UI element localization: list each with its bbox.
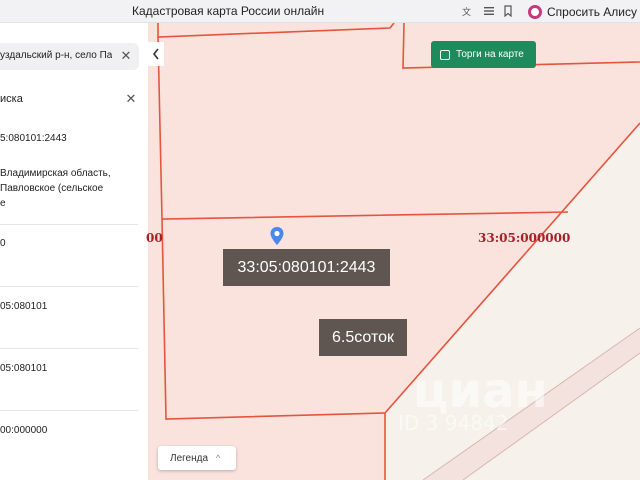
- translate-icon[interactable]: 文: [460, 3, 476, 19]
- result-item-address: Владимирская область, Павловское (сельск…: [0, 166, 140, 211]
- auctions-label: Торги на карте: [456, 49, 524, 60]
- alisa-icon: [528, 4, 542, 19]
- parcel-number-label: 33:05:080101:2443: [223, 249, 390, 286]
- clear-search-icon[interactable]: ✕: [119, 48, 133, 63]
- search-results-panel: уздальский р-н, село Па ✕ иска ✕ 5:08010…: [0, 23, 148, 480]
- result-item[interactable]: 5:080101:2443: [0, 131, 140, 146]
- auctions-on-map-toggle[interactable]: Торги на карте: [431, 41, 536, 68]
- legend-label: Легенда: [170, 452, 209, 464]
- result-item-text: 0: [0, 238, 6, 249]
- result-item[interactable]: 00:000000: [0, 423, 140, 438]
- watermark-id: ID 3 94842: [398, 411, 509, 435]
- result-item-text: 5:080101:2443: [0, 133, 67, 144]
- location-pin-icon[interactable]: [269, 226, 285, 246]
- cadastral-block-label-left: 00: [146, 231, 163, 245]
- result-item[interactable]: 0: [0, 236, 140, 251]
- divider: [0, 286, 138, 287]
- address-line: Павловское (сельское: [0, 183, 104, 194]
- menu-icon[interactable]: [481, 3, 497, 19]
- bookmark-icon[interactable]: [500, 3, 516, 19]
- legend-button[interactable]: Легенда ^: [158, 446, 236, 470]
- result-item-text: 00:000000: [0, 425, 48, 436]
- page-title: Кадастровая карта России онлайн: [132, 4, 325, 18]
- result-item[interactable]: 05:080101: [0, 361, 140, 376]
- search-query-text: уздальский р-н, село Па: [0, 50, 112, 61]
- result-item-text: 05:080101: [0, 301, 48, 312]
- cadastral-block-label: 33:05:000000: [478, 231, 571, 245]
- checkbox-icon: [440, 49, 450, 60]
- result-item-text: 05:080101: [0, 363, 48, 374]
- map-parcels: [148, 23, 640, 480]
- address-line: Владимирская область,: [0, 168, 111, 179]
- divider: [0, 410, 138, 411]
- chevron-left-icon: [152, 48, 159, 60]
- ask-alisa-button[interactable]: Спросить Алису А: [528, 2, 640, 21]
- browser-topbar: Кадастровая карта России онлайн 文 Спроси…: [0, 0, 640, 23]
- divider: [0, 224, 138, 225]
- cadastral-map[interactable]: циан ID 3 94842: [148, 23, 640, 480]
- address-line: е: [0, 198, 6, 209]
- divider: [0, 348, 138, 349]
- results-section-title: иска: [0, 93, 23, 105]
- close-results-icon[interactable]: ✕: [124, 91, 138, 106]
- collapse-panel-button[interactable]: [148, 42, 164, 66]
- alisa-label: Спросить Алису А: [547, 4, 640, 19]
- result-item[interactable]: 05:080101: [0, 299, 140, 314]
- chevron-up-icon: ^: [216, 453, 221, 463]
- svg-text:文: 文: [462, 6, 471, 17]
- search-query-chip[interactable]: уздальский р-н, село Па ✕: [0, 43, 139, 70]
- parcel-area-label: 6.5соток: [319, 319, 407, 356]
